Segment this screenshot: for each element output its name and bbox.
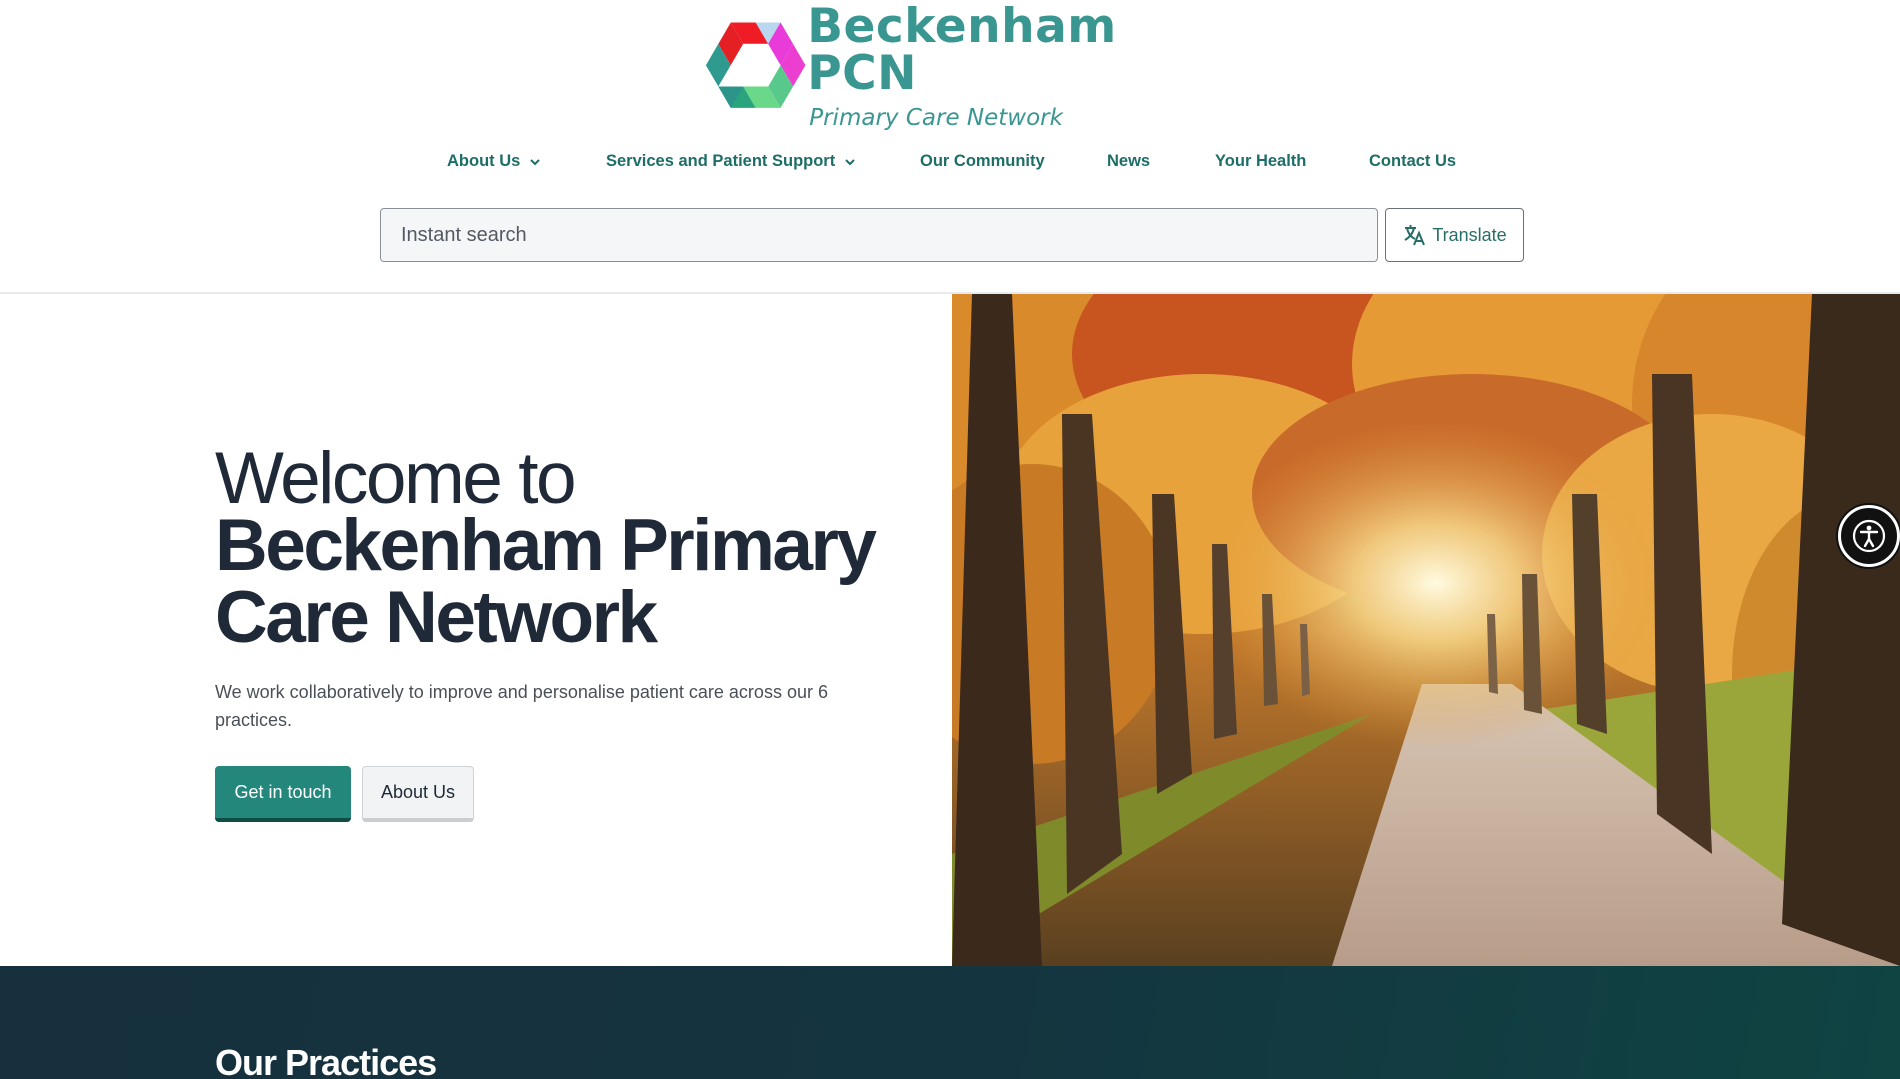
nav-item-label: Services and Patient Support	[606, 152, 836, 170]
nav-item-label: About Us	[447, 152, 521, 170]
hero-section: Welcome to Beckenham Primary Care Networ…	[0, 294, 1900, 966]
nav-item-contact-us[interactable]: Contact Us	[1369, 152, 1456, 171]
autumn-path-image	[952, 294, 1900, 966]
nav-item-label: Your Health	[1215, 152, 1307, 170]
translate-button[interactable]: Translate	[1385, 208, 1524, 262]
nav-item-label: Contact Us	[1369, 152, 1457, 170]
search-input[interactable]	[380, 208, 1378, 262]
practices-title-light: Our	[215, 1042, 277, 1079]
site-header: Beckenham PCN Primary Care Network About…	[0, 0, 1900, 294]
practices-title: Our Practices	[215, 1042, 437, 1079]
brand-name: Beckenham PCN	[807, 0, 1117, 101]
main-nav: About Us Services and Patient Support Ou…	[0, 152, 1900, 182]
brand-tagline: Primary Care Network	[809, 105, 1063, 131]
get-in-touch-button[interactable]: Get in touch	[215, 766, 351, 822]
practices-section: Our Practices	[0, 966, 1900, 1079]
nav-item-about-us[interactable]: About Us	[447, 152, 542, 171]
accessibility-button[interactable]	[1838, 505, 1900, 567]
translate-icon	[1404, 225, 1426, 246]
accessibility-icon	[1852, 519, 1886, 553]
nav-item-news[interactable]: News	[1107, 152, 1150, 171]
hero-image	[952, 294, 1900, 966]
hero-lead: We work collaboratively to improve and p…	[215, 682, 828, 730]
practices-title-bold: Practices	[285, 1042, 437, 1079]
site-logo[interactable]: Beckenham PCN Primary Care Network	[705, 3, 1195, 131]
hero-content: Welcome to Beckenham Primary Care Networ…	[0, 294, 952, 966]
translate-label: Translate	[1432, 224, 1507, 245]
nav-item-label: Our Community	[920, 152, 1045, 170]
nav-item-label: News	[1107, 152, 1151, 170]
hero-title-main: Beckenham Primary Care Network	[215, 505, 877, 658]
chevron-down-icon	[530, 158, 541, 165]
logo-mark-icon	[705, 22, 806, 108]
nav-item-services[interactable]: Services and Patient Support	[606, 152, 857, 171]
nav-item-our-community[interactable]: Our Community	[920, 152, 1045, 171]
nav-item-your-health[interactable]: Your Health	[1215, 152, 1306, 171]
about-us-button[interactable]: About Us	[362, 766, 474, 822]
chevron-down-icon	[845, 158, 855, 165]
